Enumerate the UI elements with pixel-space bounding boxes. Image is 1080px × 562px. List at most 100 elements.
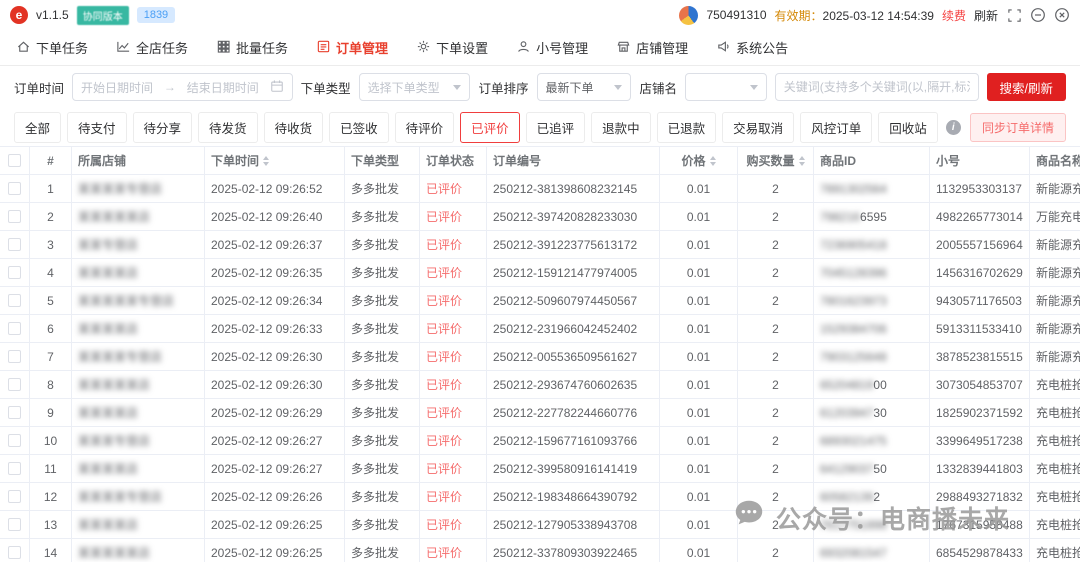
shop-name-redacted: 某某某某某店 bbox=[78, 208, 150, 225]
shop-name-redacted: 某某某某店 bbox=[78, 516, 138, 533]
status-tab[interactable]: 交易取消 bbox=[722, 112, 794, 143]
table-row[interactable]: 13 某某某某店 2025-02-12 09:26:25 多多批发 已评价 25… bbox=[0, 511, 1080, 539]
nav-item-account-management[interactable]: 小号管理 bbox=[516, 38, 588, 57]
sort-icon[interactable] bbox=[799, 156, 805, 166]
nav-item-order-settings[interactable]: 下单设置 bbox=[416, 38, 488, 57]
shop-name-select[interactable] bbox=[685, 73, 767, 101]
date-range-picker[interactable]: 开始日期时间 → 结束日期时间 bbox=[72, 73, 293, 101]
order-number: 250212-127905338943708 bbox=[487, 511, 660, 538]
person-icon bbox=[516, 39, 531, 57]
nav-item-shop-management[interactable]: 店铺管理 bbox=[616, 38, 688, 57]
row-checkbox[interactable] bbox=[8, 518, 21, 531]
status-tab[interactable]: 已签收 bbox=[329, 112, 389, 143]
sort-icon[interactable] bbox=[710, 156, 716, 166]
table-row[interactable]: 5 某某某某某专营店 2025-02-12 09:26:34 多多批发 已评价 … bbox=[0, 287, 1080, 315]
search-refresh-button[interactable]: 搜索/刷新 bbox=[987, 73, 1066, 101]
row-checkbox[interactable] bbox=[8, 210, 21, 223]
refresh-link[interactable]: 刷新 bbox=[974, 7, 998, 24]
status-tab[interactable]: 待发货 bbox=[198, 112, 258, 143]
row-checkbox[interactable] bbox=[8, 322, 21, 335]
row-checkbox[interactable] bbox=[8, 462, 21, 475]
sort-icon[interactable] bbox=[263, 156, 269, 166]
row-index: 2 bbox=[30, 203, 72, 230]
row-checkbox[interactable] bbox=[8, 266, 21, 279]
buyer-account: 4982265773014 bbox=[930, 203, 1030, 230]
status-tab[interactable]: 退款中 bbox=[591, 112, 651, 143]
order-type: 多多批发 bbox=[345, 259, 420, 286]
nav-item-system-announcement[interactable]: 系统公告 bbox=[716, 38, 788, 57]
row-checkbox[interactable] bbox=[8, 378, 21, 391]
order-type-select[interactable]: 选择下单类型 bbox=[359, 73, 471, 101]
table-row[interactable]: 8 某某某某某店 2025-02-12 09:26:30 多多批发 已评价 25… bbox=[0, 371, 1080, 399]
table-row[interactable]: 9 某某某某店 2025-02-12 09:26:29 多多批发 已评价 250… bbox=[0, 399, 1080, 427]
info-icon[interactable]: i bbox=[946, 120, 961, 135]
status-tab[interactable]: 已评价 bbox=[460, 112, 520, 143]
row-checkbox[interactable] bbox=[8, 406, 21, 419]
order-time: 2025-02-12 09:26:35 bbox=[205, 259, 345, 286]
renew-link[interactable]: 续费 bbox=[942, 7, 966, 24]
row-checkbox[interactable] bbox=[8, 238, 21, 251]
row-checkbox[interactable] bbox=[8, 434, 21, 447]
product-id: 1529384706 bbox=[814, 315, 930, 342]
status-tab[interactable]: 待支付 bbox=[67, 112, 127, 143]
row-index: 7 bbox=[30, 343, 72, 370]
table-row[interactable]: 6 某某某某店 2025-02-12 09:26:33 多多批发 已评价 250… bbox=[0, 315, 1080, 343]
row-checkbox[interactable] bbox=[8, 546, 21, 559]
status-tab[interactable]: 已退款 bbox=[657, 112, 717, 143]
minimize-icon[interactable] bbox=[1030, 7, 1046, 23]
nav-item-store-task[interactable]: 全店任务 bbox=[116, 38, 188, 57]
table-row[interactable]: 14 某某某某某店 2025-02-12 09:26:25 多多批发 已评价 2… bbox=[0, 539, 1080, 562]
product-id-redacted: 7617751898 bbox=[820, 518, 887, 532]
status-tab[interactable]: 风控订单 bbox=[800, 112, 872, 143]
status-tab[interactable]: 待评价 bbox=[395, 112, 455, 143]
status-tab[interactable]: 待分享 bbox=[133, 112, 193, 143]
sync-order-details-button[interactable]: 同步订单详情 bbox=[970, 113, 1066, 142]
row-checkbox[interactable] bbox=[8, 490, 21, 503]
status-tab[interactable]: 回收站 bbox=[878, 112, 938, 143]
select-all-checkbox[interactable] bbox=[8, 154, 21, 167]
nav-item-order-management[interactable]: 订单管理 bbox=[316, 38, 388, 57]
order-number: 250212-198348664390792 bbox=[487, 483, 660, 510]
keyword-input[interactable] bbox=[775, 73, 979, 101]
nav-item-order-task[interactable]: 下单任务 bbox=[16, 38, 88, 57]
order-type: 多多批发 bbox=[345, 371, 420, 398]
close-icon[interactable] bbox=[1054, 7, 1070, 23]
gear-icon bbox=[416, 39, 431, 57]
chart-icon bbox=[116, 39, 131, 57]
order-sort-select[interactable]: 最新下单 bbox=[537, 73, 632, 101]
shop-name-redacted: 某某某某店 bbox=[78, 264, 138, 281]
app-logo: e bbox=[10, 6, 28, 24]
product-id: 7903125648 bbox=[814, 343, 930, 370]
validity-value: 2025-03-12 14:54:39 bbox=[823, 9, 934, 23]
price: 0.01 bbox=[660, 455, 738, 482]
table-row[interactable]: 3 某某专营店 2025-02-12 09:26:37 多多批发 已评价 250… bbox=[0, 231, 1080, 259]
table-row[interactable]: 4 某某某某店 2025-02-12 09:26:35 多多批发 已评价 250… bbox=[0, 259, 1080, 287]
product-name: 万能充电 bbox=[1030, 203, 1080, 230]
status-tab[interactable]: 待收货 bbox=[264, 112, 324, 143]
row-checkbox[interactable] bbox=[8, 294, 21, 307]
product-id-redacted: 6932081547 bbox=[820, 546, 887, 560]
nav-item-batch-task[interactable]: 批量任务 bbox=[216, 38, 288, 57]
shop-name-redacted: 某某某某店 bbox=[78, 460, 138, 477]
col-quantity[interactable]: 购买数量 bbox=[738, 147, 814, 174]
status-tab[interactable]: 全部 bbox=[14, 112, 61, 143]
fullscreen-icon[interactable] bbox=[1006, 7, 1022, 23]
table-row[interactable]: 2 某某某某某店 2025-02-12 09:26:40 多多批发 已评价 25… bbox=[0, 203, 1080, 231]
table-row[interactable]: 7 某某某某专营店 2025-02-12 09:26:30 多多批发 已评价 2… bbox=[0, 343, 1080, 371]
row-index: 3 bbox=[30, 231, 72, 258]
date-range-arrow: → bbox=[164, 80, 176, 94]
table-row[interactable]: 10 某某某专营店 2025-02-12 09:26:27 多多批发 已评价 2… bbox=[0, 427, 1080, 455]
table-row[interactable]: 11 某某某某店 2025-02-12 09:26:27 多多批发 已评价 25… bbox=[0, 455, 1080, 483]
col-order-time[interactable]: 下单时间 bbox=[205, 147, 345, 174]
price: 0.01 bbox=[660, 343, 738, 370]
product-id: 6120394730 bbox=[814, 399, 930, 426]
row-checkbox[interactable] bbox=[8, 182, 21, 195]
order-type: 多多批发 bbox=[345, 175, 420, 202]
table-row[interactable]: 1 某某某某专营店 2025-02-12 09:26:52 多多批发 已评价 2… bbox=[0, 175, 1080, 203]
row-checkbox[interactable] bbox=[8, 350, 21, 363]
calendar-icon bbox=[270, 79, 284, 96]
table-row[interactable]: 12 某某某某专营店 2025-02-12 09:26:26 多多批发 已评价 … bbox=[0, 483, 1080, 511]
col-price[interactable]: 价格 bbox=[660, 147, 738, 174]
status-tab[interactable]: 已追评 bbox=[526, 112, 586, 143]
count-badge: 1839 bbox=[137, 7, 175, 23]
